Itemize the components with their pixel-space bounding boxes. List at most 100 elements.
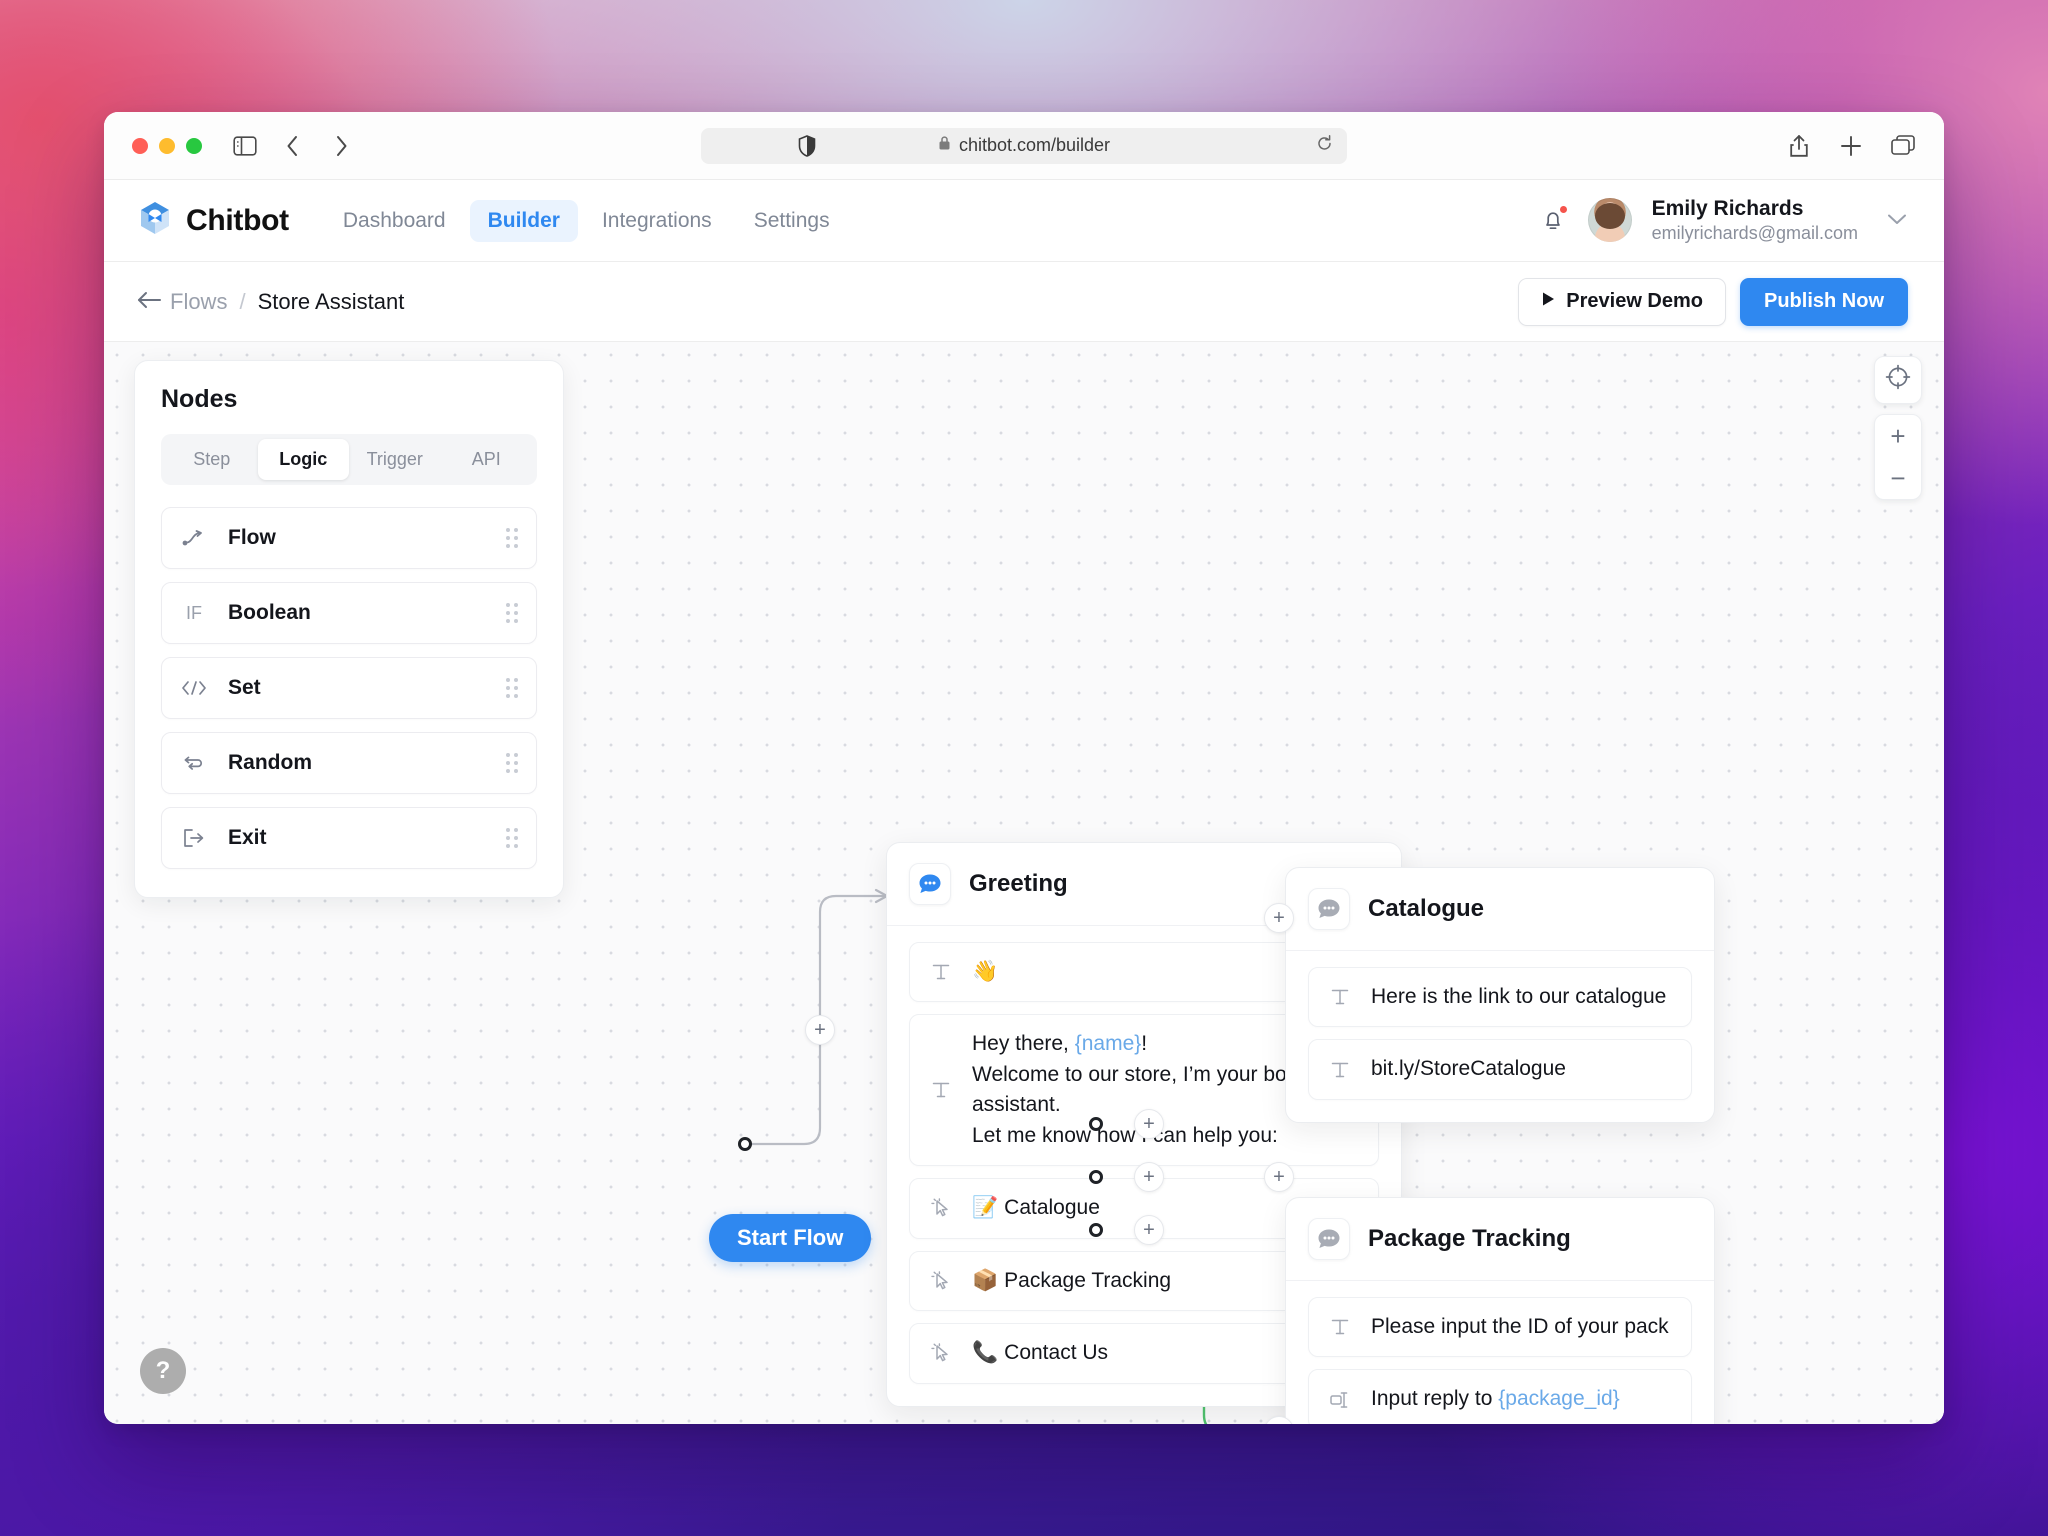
browser-chrome: chitbot.com/builder — [104, 112, 1944, 180]
add-node-button-start[interactable]: + — [805, 1015, 835, 1045]
maximize-window-button[interactable] — [186, 137, 202, 154]
node-button-label: 📝 Catalogue — [972, 1193, 1100, 1223]
zoom-in-button[interactable]: + — [1875, 415, 1921, 457]
add-node-button-package-2[interactable]: + — [1264, 1162, 1294, 1192]
canvas-controls: + − — [1874, 356, 1922, 500]
node-catalogue[interactable]: Catalogue Here is the link to our catalo… — [1285, 867, 1715, 1123]
palette-title: Nodes — [161, 385, 238, 413]
brand[interactable]: Chitbot — [136, 199, 289, 242]
breadcrumb-separator: / — [239, 288, 246, 314]
add-node-button-catalogue-2[interactable]: + — [1264, 903, 1294, 933]
node-body: Here is the link to our catalogue bit.ly… — [1286, 951, 1714, 1122]
greeting-line1-prefix: Hey there, — [972, 1032, 1075, 1056]
cursor-click-icon — [928, 1342, 954, 1364]
sidebar-toggle-icon[interactable] — [232, 133, 258, 159]
chevron-down-icon[interactable] — [1886, 209, 1908, 232]
chat-bubble-icon — [909, 863, 951, 905]
recenter-button[interactable] — [1874, 356, 1922, 404]
node-header: Catalogue — [1286, 868, 1714, 951]
palette-item-exit[interactable]: Exit — [161, 807, 537, 869]
code-brackets-icon — [180, 680, 208, 696]
node-item-link-value[interactable]: bit.ly/StoreCatalogue — [1371, 1054, 1566, 1084]
drag-handle[interactable] — [506, 603, 518, 623]
palette-tabs: Step Logic Trigger API — [161, 434, 537, 485]
brand-name: Chitbot — [186, 203, 289, 237]
chitbot-logo-icon — [136, 199, 174, 242]
share-icon[interactable] — [1786, 133, 1812, 159]
palette-item-label: Random — [228, 751, 312, 774]
nodes-palette: Nodes Step Logic Trigger API Flow IF Boo… — [134, 360, 564, 898]
breadcrumb: Flows / Store Assistant — [170, 289, 404, 315]
port-greeting-catalogue[interactable] — [1089, 1117, 1103, 1131]
user-area: Emily Richards emilyrichards@gmail.com — [1538, 196, 1908, 246]
nav-item-integrations[interactable]: Integrations — [584, 200, 730, 242]
palette-item-label: Set — [228, 676, 261, 699]
back-icon[interactable] — [280, 133, 306, 159]
node-button-text: Package Tracking — [1004, 1268, 1172, 1292]
node-item-link[interactable]: bit.ly/StoreCatalogue — [1308, 1039, 1692, 1100]
node-button-text: Contact Us — [1004, 1341, 1109, 1365]
shuffle-icon — [180, 754, 208, 772]
app-header: Chitbot Dashboard Builder Integrations S… — [104, 180, 1944, 262]
plus-icon[interactable] — [1838, 133, 1864, 159]
start-flow-node[interactable]: Start Flow — [709, 1214, 872, 1262]
tab-step[interactable]: Step — [166, 439, 258, 480]
node-button-label: 📞 Contact Us — [972, 1338, 1108, 1368]
play-icon — [1541, 290, 1555, 313]
window-traffic-lights[interactable] — [132, 137, 202, 154]
notifications-bell-icon[interactable] — [1538, 204, 1569, 235]
breadcrumb-parent[interactable]: Flows — [170, 289, 227, 315]
input-reply-variable: {package_id} — [1498, 1387, 1620, 1411]
drag-handle[interactable] — [506, 528, 518, 548]
port-greeting-package[interactable] — [1089, 1170, 1103, 1184]
close-window-button[interactable] — [132, 137, 148, 154]
cursor-click-icon — [928, 1270, 954, 1292]
node-package-tracking[interactable]: Package Tracking Please input the ID of … — [1285, 1197, 1715, 1424]
add-node-button-contact-1[interactable]: + — [1134, 1215, 1164, 1245]
nav-item-dashboard[interactable]: Dashboard — [325, 200, 464, 242]
port-start-flow-out[interactable] — [738, 1137, 752, 1151]
tab-logic[interactable]: Logic — [257, 439, 349, 480]
nav-item-builder[interactable]: Builder — [469, 199, 578, 242]
main-nav: Dashboard Builder Integrations Settings — [325, 199, 848, 242]
drag-handle[interactable] — [506, 753, 518, 773]
add-node-button-package-1[interactable]: + — [1134, 1162, 1164, 1192]
avatar[interactable] — [1587, 198, 1632, 243]
node-header: Package Tracking — [1286, 1198, 1714, 1281]
shield-icon[interactable] — [794, 133, 820, 159]
help-button[interactable]: ? — [140, 1348, 186, 1394]
node-item-text-value: Here is the link to our catalogue — [1371, 985, 1667, 1008]
palette-item-set[interactable]: Set — [161, 657, 537, 719]
port-greeting-contact[interactable] — [1089, 1223, 1103, 1237]
cursor-click-icon — [928, 1197, 954, 1219]
zoom-out-button[interactable]: − — [1875, 457, 1921, 499]
node-item-text[interactable]: Please input the ID of your pack — [1308, 1297, 1692, 1358]
minimize-window-button[interactable] — [159, 137, 175, 154]
node-item-input-reply[interactable]: Input reply to {package_id} — [1308, 1369, 1692, 1424]
add-node-button-catalogue-1[interactable]: + — [1134, 1109, 1164, 1139]
node-item-text[interactable]: Here is the link to our catalogue — [1308, 967, 1692, 1028]
drag-handle[interactable] — [506, 828, 518, 848]
flow-canvas[interactable]: + + + + + + + Nodes Step Logic Trigger A… — [104, 342, 1944, 1424]
node-item-text-value: Please input the ID of your pack — [1371, 1315, 1669, 1338]
palette-item-random[interactable]: Random — [161, 732, 537, 794]
tab-trigger[interactable]: Trigger — [349, 439, 441, 480]
publish-now-button[interactable]: Publish Now — [1740, 277, 1908, 326]
tab-api[interactable]: API — [441, 439, 533, 480]
forward-icon[interactable] — [328, 133, 354, 159]
greeting-line2: Welcome to our store, I’m your bot assis… — [972, 1062, 1293, 1117]
preview-demo-button[interactable]: Preview Demo — [1518, 277, 1726, 326]
chat-bubble-icon — [1308, 888, 1350, 930]
node-item-text: 👋 — [972, 960, 999, 983]
lock-icon — [938, 135, 951, 156]
text-icon — [1327, 987, 1353, 1007]
palette-item-flow[interactable]: Flow — [161, 507, 537, 569]
drag-handle[interactable] — [506, 678, 518, 698]
palette-item-label: Exit — [228, 826, 267, 849]
greeting-variable-name: {name} — [1074, 1032, 1142, 1056]
reload-icon[interactable] — [1316, 134, 1333, 157]
tabs-icon[interactable] — [1890, 133, 1916, 159]
nav-item-settings[interactable]: Settings — [736, 200, 848, 242]
palette-item-boolean[interactable]: IF Boolean — [161, 582, 537, 644]
back-arrow-icon[interactable] — [136, 286, 170, 317]
